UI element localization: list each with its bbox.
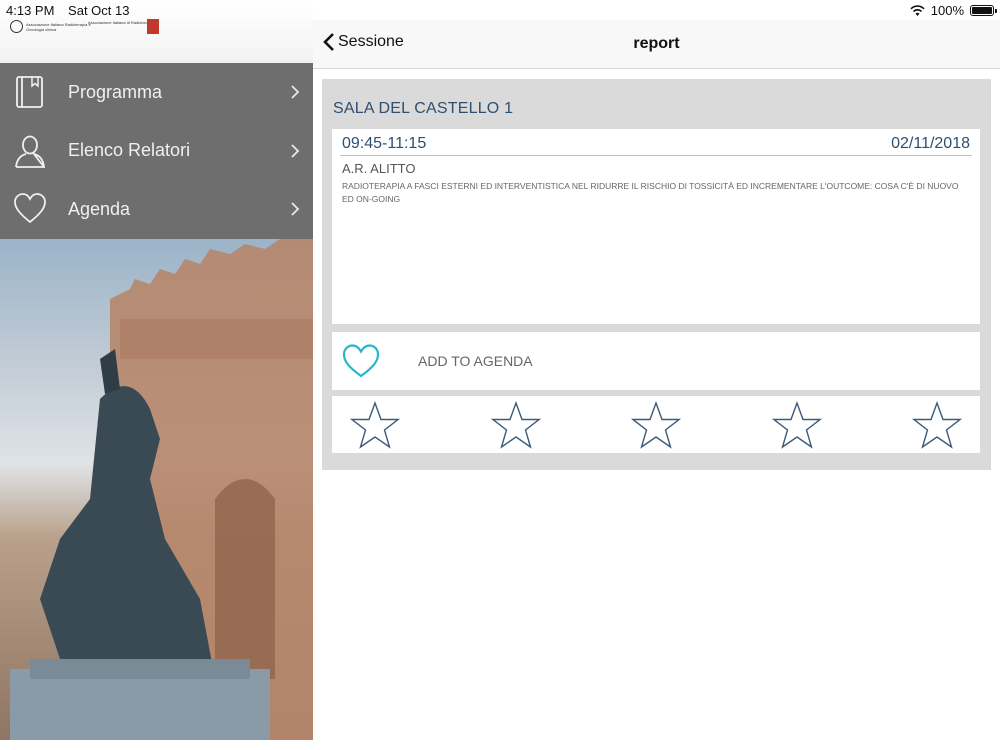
session-card: SALA DEL CASTELLO 1 09:45-11:15 02/11/20… <box>322 79 991 470</box>
page-title: report <box>633 35 680 52</box>
session-detail: 09:45-11:15 02/11/2018 A.R. ALITTO RADIO… <box>332 129 980 324</box>
battery-percent: 100% <box>930 3 964 18</box>
sidebar-item-agenda[interactable]: Agenda <box>0 180 313 239</box>
session-time: 09:45-11:15 <box>342 135 427 152</box>
city-crest-logo <box>147 19 159 34</box>
star-icon[interactable] <box>350 401 400 449</box>
speaker-name: A.R. ALITTO <box>342 161 416 176</box>
star-icon[interactable] <box>631 401 681 449</box>
castle-statue-image <box>10 239 313 740</box>
sidebar-item-label: Elenco Relatori <box>68 140 191 161</box>
radiobiology-logo-text: Associazione Italiana di Radiobiologia <box>88 20 156 25</box>
star-icon[interactable] <box>490 401 541 449</box>
battery-icon <box>970 5 997 16</box>
sidebar-menu: Programma Elenco Relatori Agenda <box>0 63 313 239</box>
background-photo <box>0 239 313 740</box>
status-bar: 4:13 PM Sat Oct 13 100% <box>0 0 1000 20</box>
airo-logo: Associazione Italiana Radioterapia e Onc… <box>10 20 96 33</box>
navigation-bar: Sessione report <box>313 20 1000 69</box>
sidebar: Associazione Italiana Radioterapia e Onc… <box>0 0 313 740</box>
sidebar-item-label: Agenda <box>68 198 131 219</box>
divider <box>340 155 972 156</box>
chevron-right-icon <box>291 202 300 217</box>
star-icon[interactable] <box>771 401 822 449</box>
chevron-right-icon <box>291 85 300 99</box>
wifi-icon <box>910 4 925 16</box>
chevron-right-icon <box>291 144 300 158</box>
sidebar-item-elenco-relatori[interactable]: Elenco Relatori <box>0 122 313 181</box>
sidebar-item-programma[interactable]: Programma <box>0 63 313 122</box>
sidebar-item-label: Programma <box>68 81 163 102</box>
add-to-agenda-button[interactable]: ADD TO AGENDA <box>332 332 980 390</box>
status-time: 4:13 PM <box>6 3 55 18</box>
status-date: Sat Oct 13 <box>68 3 130 18</box>
star-icon[interactable] <box>912 401 962 449</box>
heart-icon <box>14 193 46 224</box>
airo-logo-text: Associazione Italiana Radioterapia e Onc… <box>26 21 91 32</box>
session-date: 02/11/2018 <box>891 135 970 152</box>
person-icon <box>15 135 46 168</box>
book-icon <box>16 76 43 109</box>
talk-title: RADIOTERAPIA A FASCI ESTERNI ED INTERVEN… <box>342 181 959 204</box>
rating-stars <box>332 396 980 453</box>
heart-outline-icon <box>342 344 380 378</box>
add-to-agenda-label: ADD TO AGENDA <box>418 353 533 369</box>
room-title: SALA DEL CASTELLO 1 <box>333 100 514 117</box>
radiobiology-logo: Associazione Italiana di Radiobiologia <box>88 20 155 25</box>
battery-fill <box>972 7 992 14</box>
